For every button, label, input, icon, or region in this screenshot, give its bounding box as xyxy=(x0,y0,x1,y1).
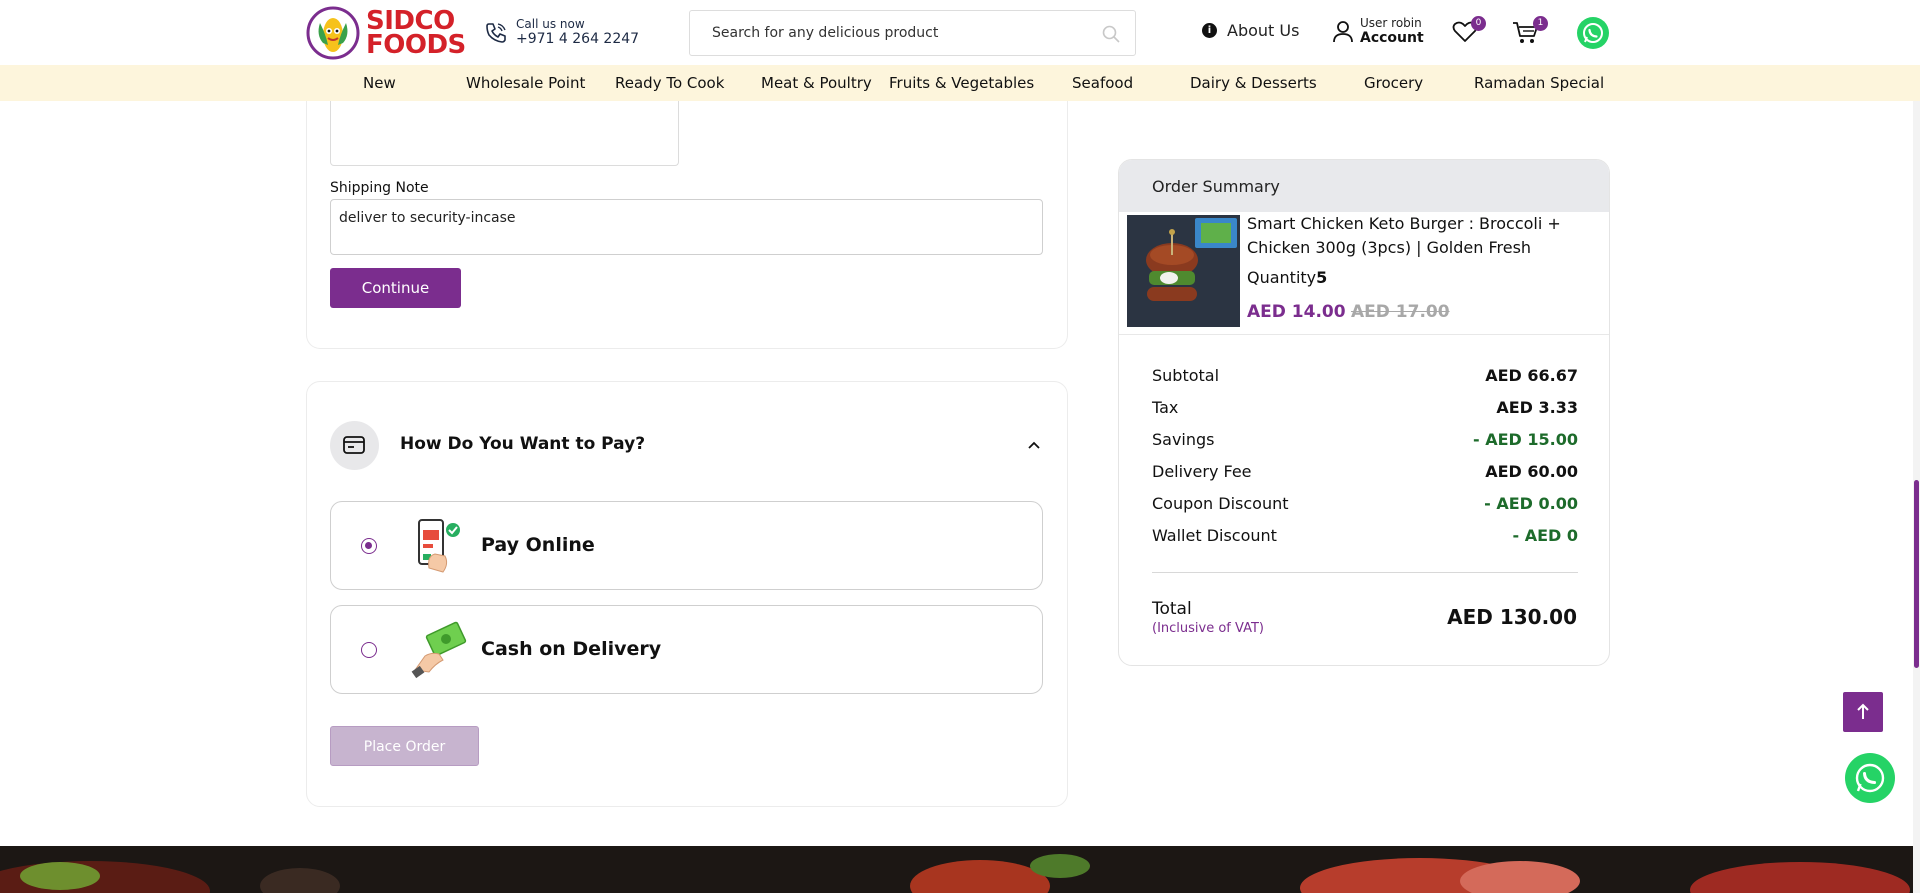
nav-item-meat-poultry[interactable]: Meat & Poultry xyxy=(761,74,872,92)
product-name[interactable]: Smart Chicken Keto Burger : Broccoli + C… xyxy=(1247,212,1587,260)
nav-item-ramadan-special[interactable]: Ramadan Special xyxy=(1474,74,1604,92)
shipping-note-input[interactable]: deliver to security-incase xyxy=(330,199,1043,255)
wallet-discount-value: - AED 0 xyxy=(1512,526,1578,545)
payment-section-title: How Do You Want to Pay? xyxy=(400,434,646,454)
category-nav: New Wholesale Point Ready To Cook Meat &… xyxy=(0,65,1920,101)
cart-button[interactable]: 1 xyxy=(1512,16,1548,46)
arrow-up-icon xyxy=(1857,703,1869,719)
page-scrollbar-thumb[interactable] xyxy=(1914,480,1919,668)
user-icon xyxy=(1333,21,1353,43)
whatsapp-header-button[interactable] xyxy=(1577,17,1609,49)
continue-button[interactable]: Continue xyxy=(330,268,461,308)
cart-count-badge: 1 xyxy=(1533,16,1548,31)
about-us-label: About Us xyxy=(1227,21,1300,40)
sidco-logo[interactable]: SIDCO FOODS xyxy=(306,5,466,61)
cash-icon xyxy=(411,621,467,679)
food-banner-image xyxy=(0,846,1913,893)
chevron-up-icon[interactable] xyxy=(1026,437,1042,453)
nav-item-seafood[interactable]: Seafood xyxy=(1072,74,1133,92)
total-divider xyxy=(1152,572,1578,573)
wishlist-count-badge: 0 xyxy=(1471,16,1486,31)
order-summary-title: Order Summary xyxy=(1152,177,1280,196)
tax-label: Tax xyxy=(1152,398,1179,417)
delivery-fee-label: Delivery Fee xyxy=(1152,462,1252,481)
savings-value: - AED 15.00 xyxy=(1473,430,1578,449)
card-icon xyxy=(343,436,365,454)
scroll-to-top-button[interactable] xyxy=(1843,692,1883,732)
quantity-value: 5 xyxy=(1316,268,1328,287)
call-number[interactable]: +971 4 264 2247 xyxy=(516,31,639,47)
payment-icon-badge xyxy=(330,421,379,470)
site-header: SIDCO FOODS Call us now +971 4 264 2247 … xyxy=(0,0,1920,65)
subtotal-label: Subtotal xyxy=(1152,366,1220,385)
search-input[interactable] xyxy=(712,23,1092,43)
delivery-fee-value: AED 60.00 xyxy=(1485,462,1578,481)
product-quantity: Quantity5 xyxy=(1247,268,1327,287)
info-icon: i xyxy=(1202,23,1217,38)
address-textarea[interactable] xyxy=(330,95,679,166)
call-label: Call us now xyxy=(516,17,585,31)
nav-item-new[interactable]: New xyxy=(363,74,396,92)
nav-item-wholesale-point[interactable]: Wholesale Point xyxy=(466,74,585,92)
burger-image xyxy=(1127,215,1240,327)
payment-option-pay-online[interactable]: Pay Online xyxy=(330,501,1043,590)
cash-on-delivery-radio[interactable] xyxy=(361,642,377,658)
quantity-label: Quantity xyxy=(1247,268,1317,287)
whatsapp-icon xyxy=(1583,23,1603,43)
wishlist-button[interactable]: 0 xyxy=(1452,16,1486,44)
product-old-price: AED 17.00 xyxy=(1351,302,1450,322)
footer-food-banner xyxy=(0,846,1913,893)
user-greeting: User robin xyxy=(1360,16,1422,30)
order-summary: Order Summary Smart Chicken Keto Burger … xyxy=(1118,159,1610,666)
order-summary-header: Order Summary xyxy=(1119,160,1609,212)
pay-online-label: Pay Online xyxy=(481,534,595,556)
shipping-note-label: Shipping Note xyxy=(330,180,429,196)
total-label: Total xyxy=(1152,599,1192,619)
nav-item-grocery[interactable]: Grocery xyxy=(1364,74,1423,92)
coupon-discount-value: - AED 0.00 xyxy=(1484,494,1578,513)
product-image[interactable] xyxy=(1127,215,1240,327)
total-vat-note: (Inclusive of VAT) xyxy=(1152,621,1264,636)
whatsapp-icon xyxy=(1855,763,1885,793)
corn-mascot-icon xyxy=(306,6,360,60)
page-scrollbar[interactable] xyxy=(1913,0,1920,893)
search-icon[interactable] xyxy=(1101,24,1121,44)
savings-label: Savings xyxy=(1152,430,1215,449)
place-order-button[interactable]: Place Order xyxy=(330,726,479,766)
account-label: Account xyxy=(1360,30,1424,46)
payment-option-cash-on-delivery[interactable]: Cash on Delivery xyxy=(330,605,1043,694)
tax-value: AED 3.33 xyxy=(1496,398,1578,417)
nav-item-fruits-vegetables[interactable]: Fruits & Vegetables xyxy=(889,74,1034,92)
total-value: AED 130.00 xyxy=(1447,605,1577,629)
whatsapp-float-button[interactable] xyxy=(1845,753,1895,803)
subtotal-value: AED 66.67 xyxy=(1485,366,1578,385)
logo-text: SIDCO FOODS xyxy=(366,6,466,60)
product-price: AED 14.00 xyxy=(1247,302,1346,322)
cash-on-delivery-label: Cash on Delivery xyxy=(481,638,662,660)
nav-item-dairy-desserts[interactable]: Dairy & Desserts xyxy=(1190,74,1317,92)
wallet-discount-label: Wallet Discount xyxy=(1152,526,1277,545)
mobile-payment-icon xyxy=(418,519,460,573)
coupon-discount-label: Coupon Discount xyxy=(1152,494,1289,513)
about-us-link[interactable]: i About Us xyxy=(1202,21,1299,40)
phone-icon xyxy=(486,23,506,43)
search-bar xyxy=(689,10,1136,56)
pay-online-radio[interactable] xyxy=(361,538,377,554)
summary-divider xyxy=(1119,334,1609,335)
nav-item-ready-to-cook[interactable]: Ready To Cook xyxy=(615,74,724,92)
